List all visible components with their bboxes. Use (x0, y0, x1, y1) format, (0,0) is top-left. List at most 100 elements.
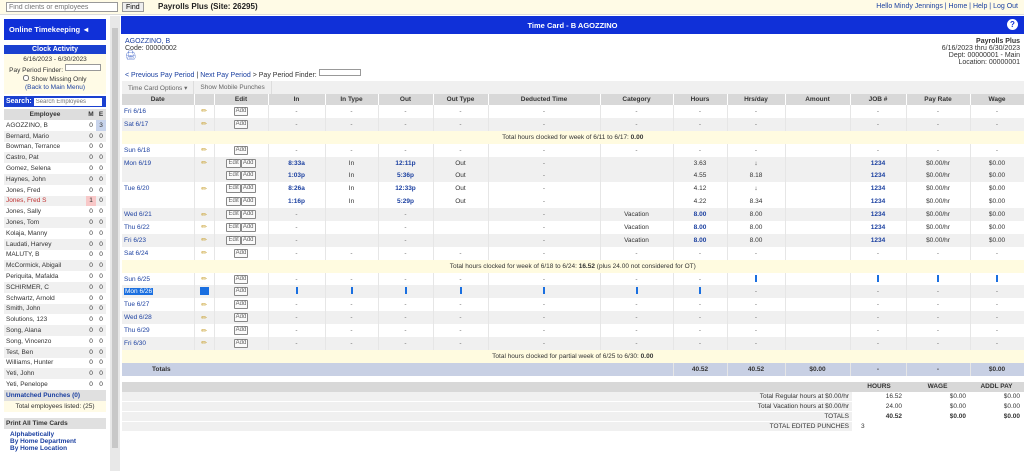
date-link[interactable]: Fri 6/16 (122, 105, 195, 118)
print-link[interactable]: By Home Location (10, 445, 100, 452)
employee-row[interactable]: McCormick, Abigail 0 0 (4, 260, 106, 272)
edit-button[interactable]: Edit (226, 210, 241, 220)
print-icon[interactable]: 🖨 (125, 50, 136, 60)
add-button[interactable]: Add (240, 184, 256, 194)
employee-search-input[interactable] (33, 97, 102, 106)
date-link[interactable]: Mon 6/19 (122, 156, 195, 170)
unmatched-punches-link[interactable]: Unmatched Punches (0) (4, 389, 106, 401)
date-link[interactable]: Fri 6/30 (122, 337, 195, 350)
pencil-icon[interactable]: ✏ (201, 237, 207, 244)
employee-name[interactable]: Williams, Hunter (4, 358, 86, 369)
pencil-icon[interactable]: ✏ (201, 328, 207, 335)
job[interactable]: 1234 (850, 156, 907, 170)
employee-row[interactable]: Kolaja, Manny 0 0 (4, 228, 106, 239)
pencil-icon[interactable]: ✏ (201, 121, 207, 128)
add-button[interactable]: Add (240, 158, 256, 168)
employee-row[interactable]: Williams, Hunter 0 0 (4, 358, 106, 369)
employee-row[interactable]: Jones, Tom 0 0 (4, 217, 106, 228)
employee-name[interactable]: Jones, Sally (4, 206, 86, 217)
employee-name[interactable]: Gomez, Selena (4, 163, 86, 174)
employee-name[interactable]: Jones, Fred (4, 185, 86, 196)
job[interactable]: 1234 (850, 208, 907, 222)
employee-name[interactable]: AGOZZINO, B (4, 120, 86, 131)
employee-name[interactable]: Jones, Fred S (4, 195, 86, 207)
employee-name[interactable]: Solutions, 123 (4, 314, 86, 325)
employee-row[interactable]: Jones, Sally 0 0 (4, 206, 106, 217)
home-link[interactable]: Home (949, 3, 968, 10)
employee-row[interactable]: MALUTY, B00 (4, 250, 106, 261)
add-button[interactable]: Add (240, 171, 256, 181)
employee-name[interactable]: MALUTY, B (4, 250, 86, 261)
date-link[interactable]: Thu 6/29 (122, 324, 195, 338)
employee-name[interactable]: Bowman, Terrance (4, 142, 86, 153)
employee-name[interactable]: Haynes, John (4, 173, 86, 185)
date-link[interactable]: Sat 6/17 (122, 117, 195, 131)
pencil-icon[interactable]: ✏ (201, 224, 207, 231)
employee-row[interactable]: Bowman, Terrance 0 0 (4, 142, 106, 153)
find-button[interactable]: Find (122, 2, 144, 12)
pencil-icon[interactable]: ✏ (201, 340, 207, 347)
pencil-icon[interactable]: ✏ (201, 250, 207, 257)
edit-button[interactable]: Edit (226, 171, 241, 181)
previous-pay-period-link[interactable]: < Previous Pay Period (125, 72, 194, 79)
job[interactable]: 1234 (850, 233, 907, 247)
employee-name-link[interactable]: AGOZZINO, B (125, 38, 170, 45)
pencil-icon[interactable]: ✏ (201, 212, 207, 219)
employee-name[interactable]: McCormick, Abigail (4, 260, 86, 272)
employee-row[interactable]: Castro, Pat 0 0 (4, 152, 106, 164)
edit-button[interactable]: Edit (226, 158, 241, 168)
add-button[interactable]: Add (240, 210, 256, 220)
employee-row[interactable]: Jones, Fred S10 (4, 195, 106, 207)
employee-row[interactable]: Yeti, John 0 0 (4, 368, 106, 380)
add-button[interactable]: Add (233, 300, 249, 310)
date-link[interactable] (122, 195, 195, 209)
employee-name[interactable]: Test, Ben (4, 346, 86, 358)
date-link[interactable]: Wed 6/28 (122, 311, 195, 325)
date-link[interactable]: Sun 6/25 (122, 272, 195, 286)
employee-row[interactable]: Smith, John 0 0 (4, 303, 106, 315)
date-link[interactable]: Sat 6/24 (122, 246, 195, 260)
print-link[interactable]: Alphabetically (10, 431, 100, 438)
date-link[interactable]: Wed 6/21 (122, 208, 195, 222)
time-card-options-menu[interactable]: Time Card Options ▾ (122, 81, 195, 94)
employee-name[interactable]: Yeti, Penelope (4, 379, 86, 390)
date-link[interactable] (122, 169, 195, 183)
employee-name[interactable]: Laudati, Harvey (4, 238, 86, 250)
employee-row[interactable]: Yeti, Penelope 0 0 (4, 379, 106, 390)
employee-row[interactable]: Song, Vincenzo 0 0 (4, 336, 106, 347)
help-link[interactable]: Help (973, 3, 987, 10)
employee-name[interactable]: Smith, John (4, 303, 86, 315)
logout-link[interactable]: Log Out (993, 3, 1018, 10)
add-button[interactable]: Add (233, 274, 249, 284)
pencil-icon[interactable]: ✏ (201, 315, 207, 322)
pencil-icon[interactable]: ✏ (201, 276, 207, 283)
date-link[interactable]: Tue 6/20 (122, 182, 195, 196)
employee-name[interactable]: Yeti, John (4, 368, 86, 380)
selected-date[interactable]: Mon 6/26 (124, 288, 154, 296)
pencil-icon[interactable]: ✏ (201, 160, 207, 167)
add-button[interactable]: Add (240, 222, 256, 232)
employee-row[interactable]: AGOZZINO, B03 (4, 120, 106, 131)
employee-name[interactable]: SCHIRMER, C (4, 281, 86, 293)
add-button[interactable]: Add (233, 248, 249, 258)
add-button[interactable]: Add (233, 119, 249, 129)
show-missing-checkbox[interactable] (23, 75, 30, 81)
employee-row[interactable]: Bernard, Mario 0 0 (4, 130, 106, 142)
pencil-icon[interactable]: ✏ (201, 186, 207, 193)
add-button[interactable]: Add (240, 197, 256, 207)
edit-button[interactable]: Edit (226, 184, 241, 194)
date-link[interactable]: Sun 6/18 (122, 143, 195, 157)
add-button[interactable]: Add (233, 338, 249, 348)
date-link[interactable]: Thu 6/22 (122, 221, 195, 234)
next-pay-period-link[interactable]: Next Pay Period (200, 72, 251, 79)
employee-row[interactable]: Test, Ben 0 0 (4, 346, 106, 358)
employee-row[interactable]: Laudati, Harvey 0 0 (4, 238, 106, 250)
sidebar-scrollbar[interactable] (110, 16, 120, 471)
add-button[interactable]: Add (233, 326, 249, 336)
employee-name[interactable]: Song, Alana (4, 325, 86, 336)
client-search-input[interactable] (6, 2, 118, 12)
edit-button[interactable]: Edit (226, 197, 241, 207)
employee-name[interactable]: Schwartz, Arnold (4, 293, 86, 304)
employee-row[interactable]: Haynes, John 0 0 (4, 173, 106, 185)
employee-name[interactable]: Periquita, Mafalda (4, 271, 86, 282)
